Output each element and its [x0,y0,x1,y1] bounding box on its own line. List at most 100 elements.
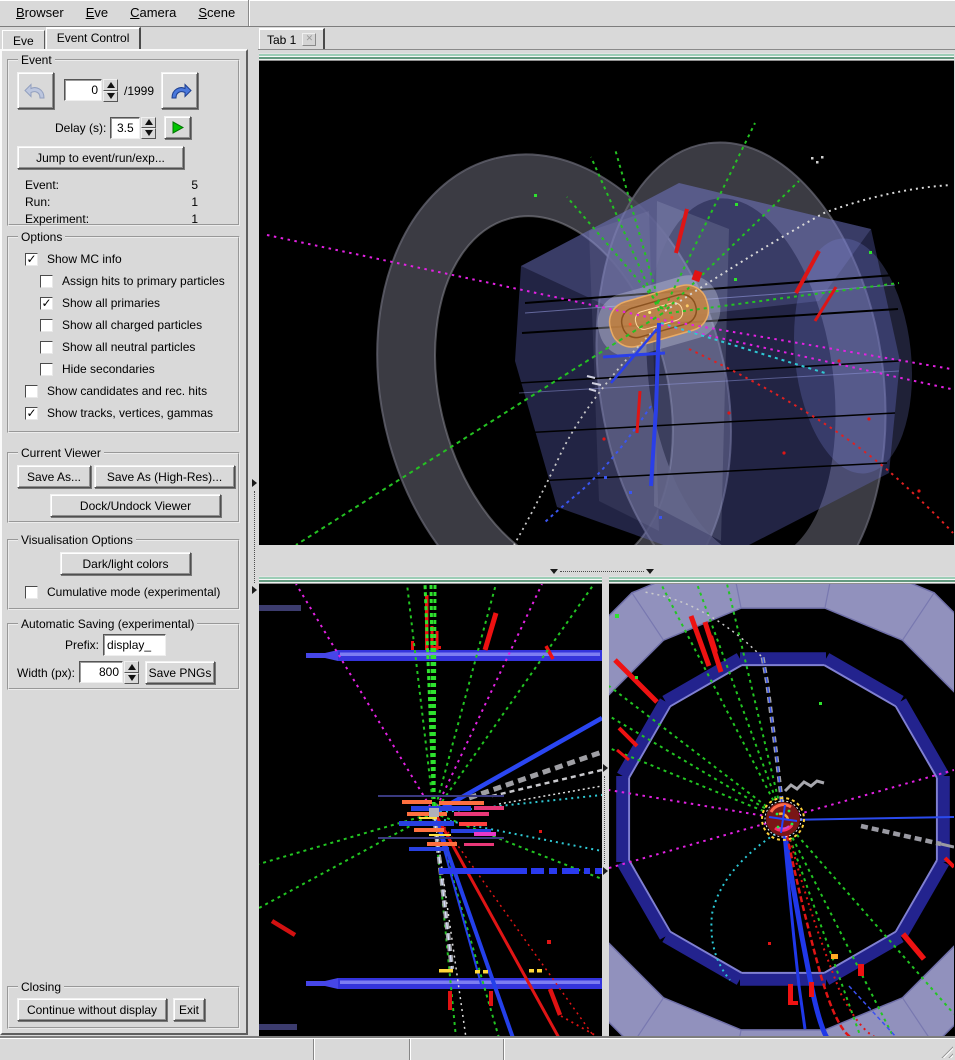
width-spin-down[interactable] [124,673,139,685]
event-total-label: /1999 [124,84,154,98]
event-display-window: BrowserEveCameraScene EveEvent Control E… [0,0,955,1060]
play-icon [171,121,184,134]
viewer-stack [258,49,955,1038]
width-label: Width (px): [17,666,75,680]
viewer-xy-viewport[interactable] [609,584,955,1038]
viewer-rz-titlebar[interactable] [259,576,602,584]
menubar: BrowserEveCameraScene [0,0,955,27]
splitter-arrow-icon[interactable] [252,479,257,487]
prefix-label: Prefix: [65,638,99,652]
checkbox-icon[interactable] [40,341,53,354]
dark-light-colors-button[interactable]: Dark/light colors [60,552,191,575]
viewer-rz-viewport[interactable] [259,584,602,1038]
info-event: Event:5 [11,176,236,193]
dock-undock-button[interactable]: Dock/Undock Viewer [50,494,221,517]
option-label: Show MC info [47,252,122,266]
info-label: Experiment: [25,212,89,226]
save-as-highres-button[interactable]: Save As (High-Res)... [94,465,235,488]
checkbox-icon[interactable]: ✓ [25,253,38,266]
delay-input[interactable] [110,117,140,139]
menu-browser[interactable]: Browser [5,1,75,25]
exit-button[interactable]: Exit [173,998,205,1021]
option-show-all-charged-particles[interactable]: Show all charged particles [11,314,236,336]
horizontal-splitter[interactable] [258,567,955,576]
event-spin-down[interactable] [103,91,118,103]
cumulative-mode-checkbox[interactable]: Cumulative mode (experimental) [11,581,236,603]
splitter-arrow-icon[interactable] [603,867,608,875]
option-assign-hits-to-primary-particles[interactable]: Assign hits to primary particles [11,270,236,292]
menu-camera[interactable]: Camera [119,1,187,25]
viewer-xy-canvas[interactable] [609,584,954,1038]
splitter-arrow-icon[interactable] [646,569,654,574]
width-spin-up[interactable] [124,661,139,673]
closing-group: Closing Continue without display Exit [7,980,240,1029]
previous-event-button[interactable] [17,72,54,109]
statusbar-cell [0,1039,314,1060]
viewer-3d-titlebar[interactable] [259,53,954,61]
splitter-handle[interactable] [550,568,654,575]
continue-without-display-button[interactable]: Continue without display [17,998,167,1021]
option-show-tracks-vertices-gammas[interactable]: ✓Show tracks, vertices, gammas [11,402,236,424]
viewer-area: Tab 1 ✕ [258,27,955,1038]
auto-saving-group: Automatic Saving (experimental) Prefix: … [7,617,240,690]
checkbox-icon[interactable] [25,586,38,599]
viewer-rz-canvas[interactable] [259,584,602,1038]
viewer-tabbar: Tab 1 ✕ [258,27,955,49]
play-button[interactable] [164,116,191,139]
event-info: Event:5Run:1Experiment:1 [11,176,236,227]
current-viewer-group: Current Viewer Save As... Save As (High-… [7,446,240,523]
next-event-button[interactable] [161,72,198,109]
bottom-viewers [259,576,955,1038]
viewer-3d-viewport[interactable] [259,61,954,545]
checkbox-icon[interactable]: ✓ [40,297,53,310]
left-tabbar: EveEvent Control [0,27,252,49]
save-pngs-button[interactable]: Save PNGs [145,661,215,684]
event-number-input[interactable] [64,79,102,101]
menubar-separator [248,0,250,26]
option-show-mc-info[interactable]: ✓ Show MC info [11,248,236,270]
width-input[interactable] [79,661,123,683]
delay-spin-down[interactable] [141,128,156,139]
option-show-all-neutral-particles[interactable]: Show all neutral particles [11,336,236,358]
tab-event-control[interactable]: Event Control [46,27,142,49]
menubar-items: BrowserEveCameraScene [5,1,246,25]
splitter-dotted-handle[interactable] [254,491,255,583]
checkbox-icon[interactable] [40,363,53,376]
splitter-dotted-handle[interactable] [560,571,644,572]
event-control-panel: Event /1999 [0,49,248,1035]
info-run: Run:1 [11,193,236,210]
statusbar-cell [314,1039,410,1060]
viewer-xy-titlebar[interactable] [609,576,955,584]
viewer-3d [259,53,954,545]
splitter-arrow-icon[interactable] [550,569,558,574]
viewer-3d-canvas[interactable] [259,61,954,545]
checkbox-icon[interactable]: ✓ [25,407,38,420]
prefix-input[interactable] [103,634,166,656]
delay-spin-up[interactable] [141,117,156,128]
option-hide-secondaries[interactable]: Hide secondaries [11,358,236,380]
options-list: ✓ Show MC info Assign hits to primary part… [11,248,236,424]
menu-scene[interactable]: Scene [187,1,246,25]
jump-to-event-button[interactable]: Jump to event/run/exp... [17,146,184,169]
info-value: 1 [191,195,198,209]
splitter-dotted-handle[interactable] [604,776,605,864]
checkbox-icon[interactable] [40,275,53,288]
visualisation-group: Visualisation Options Dark/light colors … [7,533,240,610]
splitter-arrow-icon[interactable] [252,586,257,594]
menu-eve[interactable]: Eve [75,1,119,25]
option-show-all-primaries[interactable]: ✓Show all primaries [11,292,236,314]
tab-tab1[interactable]: Tab 1 ✕ [259,28,325,49]
event-spin-up[interactable] [103,79,118,91]
save-as-button[interactable]: Save As... [17,465,91,488]
option-show-candidates-and-rec-hits[interactable]: Show candidates and rec. hits [11,380,236,402]
splitter-arrow-icon[interactable] [603,764,608,772]
tab-eve[interactable]: Eve [2,30,45,49]
back-arrow-icon [24,81,48,101]
checkbox-icon[interactable] [25,385,38,398]
control-sidebar: EveEvent Control Event [0,27,252,1038]
statusbar-cell [410,1039,504,1060]
event-group-title: Event [18,53,55,67]
checkbox-icon[interactable] [40,319,53,332]
info-experiment: Experiment:1 [11,210,236,227]
tab-close-icon[interactable]: ✕ [302,33,316,46]
